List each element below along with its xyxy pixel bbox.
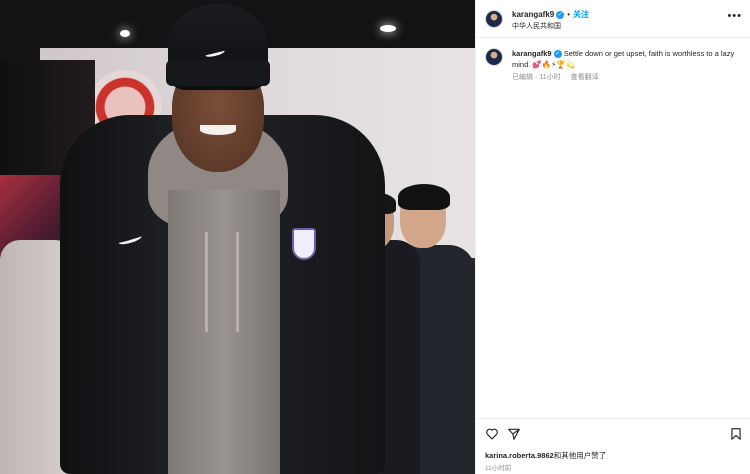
main-person-smile — [200, 125, 236, 135]
post-age[interactable]: 11小时 — [539, 74, 560, 81]
dot-separator: · — [535, 74, 538, 81]
dot-separator: • — [567, 10, 571, 19]
bookmark-icon[interactable] — [729, 427, 743, 441]
post-photo[interactable] — [0, 0, 475, 474]
verified-badge-icon: ✓ — [556, 10, 565, 19]
ceiling-light — [120, 30, 130, 37]
likes-line: karina.roberta.9862和其他用户赞了 — [485, 450, 606, 461]
header-user-line: karangafk9 ✓ • 关注 — [512, 9, 589, 20]
caption: karangafk9 ✓ Settle down or get upset, fa… — [512, 48, 740, 70]
person-right-hair — [398, 184, 450, 210]
main-person-hoodie — [168, 190, 280, 474]
send-icon[interactable] — [507, 427, 521, 441]
action-bar: karina.roberta.9862和其他用户赞了 11小时前 — [476, 418, 750, 474]
post-header: karangafk9 ✓ • 关注 中华人民共和国 ••• — [476, 0, 750, 38]
ceiling-light — [380, 25, 396, 32]
post-panel: karangafk9 ✓ • 关注 中华人民共和国 ••• karangafk9 ✓ S… — [475, 0, 750, 474]
location-link[interactable]: 中华人民共和国 — [512, 21, 561, 31]
username-link[interactable]: karangafk9 — [512, 10, 554, 19]
post-timestamp[interactable]: 11小时前 — [485, 462, 511, 472]
hoodie-string — [205, 232, 208, 332]
avatar[interactable] — [485, 10, 503, 28]
club-crest-icon — [292, 228, 316, 260]
beanie-cuff — [166, 60, 270, 86]
follow-button[interactable]: 关注 — [573, 10, 589, 19]
see-translation-link[interactable]: 查看翻译 — [571, 74, 599, 81]
verified-badge-icon: ✓ — [553, 50, 562, 59]
edited-label: 已编辑 — [512, 74, 533, 81]
avatar[interactable] — [485, 48, 503, 66]
liker-link[interactable]: karina.roberta.9862 — [485, 451, 554, 460]
hoodie-string — [236, 232, 239, 332]
likes-suffix[interactable]: 和其他用户赞了 — [554, 451, 607, 460]
more-horizontal-icon[interactable]: ••• — [727, 11, 742, 22]
heart-icon[interactable] — [485, 427, 499, 441]
caption-username[interactable]: karangafk9 — [512, 49, 552, 58]
caption-meta: 已编辑 · 11小时 查看翻译 — [512, 72, 607, 82]
